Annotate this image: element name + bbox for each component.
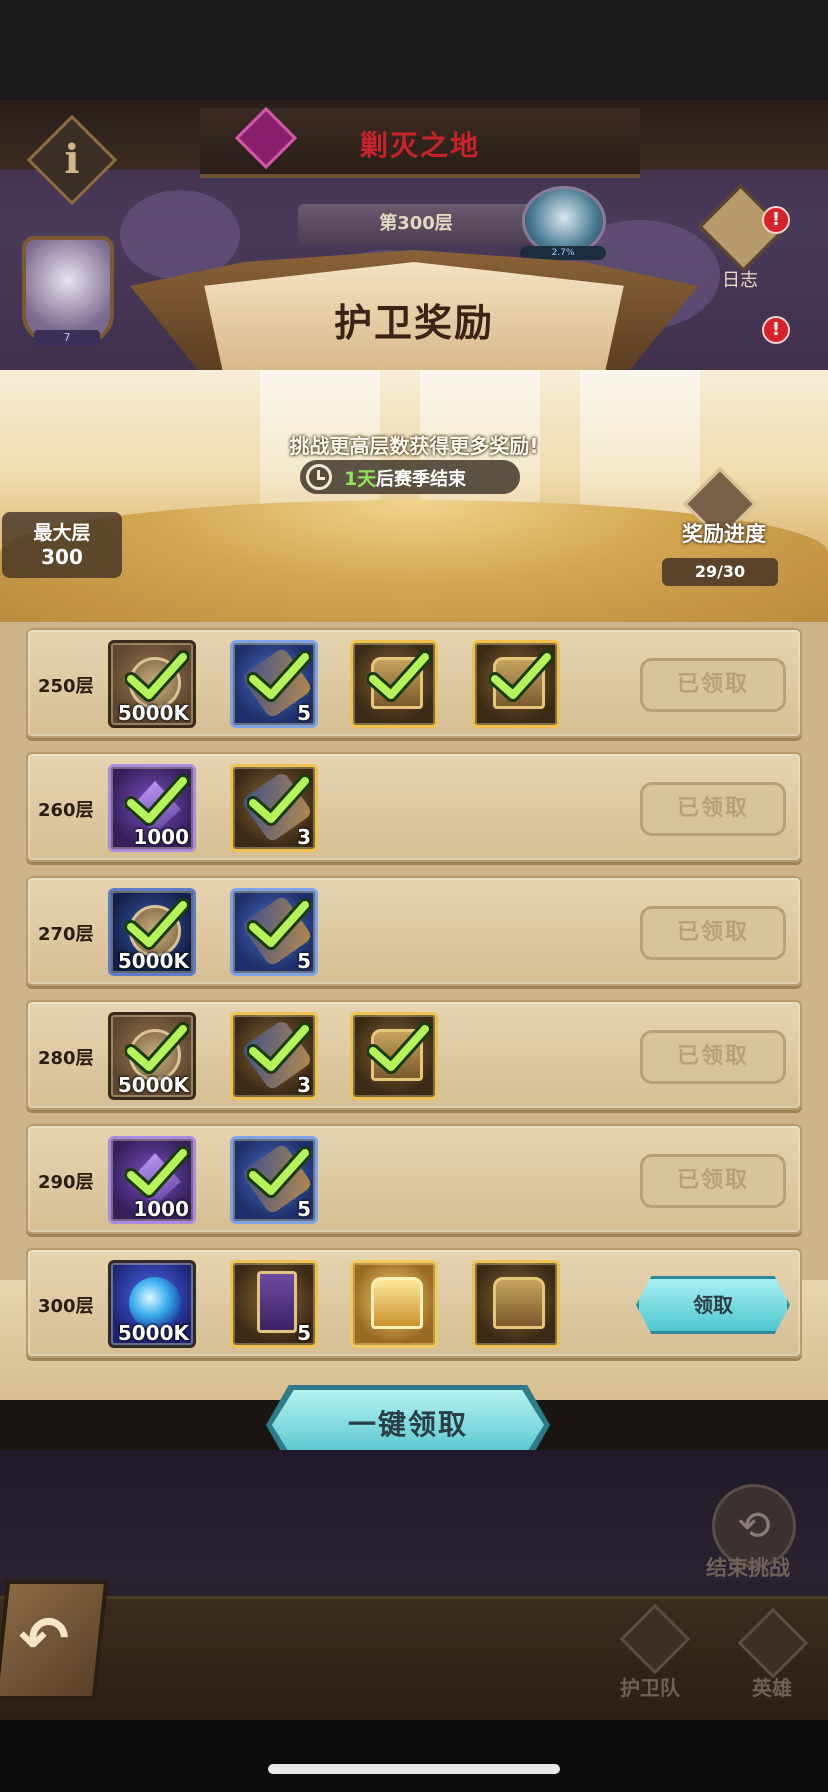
item-quantity: 3: [297, 825, 311, 849]
checkmark-icon: [247, 1146, 311, 1198]
floor-label: 250层: [38, 676, 94, 697]
reward-item[interactable]: 5: [230, 1260, 318, 1348]
checkmark-icon: [125, 774, 189, 826]
reward-item[interactable]: 5000K: [108, 1260, 196, 1348]
checkmark-icon: [125, 1022, 189, 1074]
floor-label: 280层: [38, 1048, 94, 1069]
reward-item[interactable]: [472, 1260, 560, 1348]
item-quantity: 5000K: [117, 701, 189, 725]
checkmark-icon: [367, 1022, 431, 1074]
challenge-hint: 挑战更高层数获得更多奖励!: [289, 434, 539, 458]
floor-label: 290层: [38, 1172, 94, 1193]
max-floor-label: 最大层: [33, 522, 91, 544]
item-quantity: 5000K: [117, 1321, 189, 1345]
end-challenge-label[interactable]: 结束挑战: [706, 1552, 790, 1582]
reward-item[interactable]: 1000: [108, 764, 196, 852]
item-quantity: 5000K: [117, 949, 189, 973]
checkmark-icon: [125, 1146, 189, 1198]
floor-label: 300层: [38, 1296, 94, 1317]
checkmark-icon: [247, 774, 311, 826]
item-quantity: 5000K: [117, 1073, 189, 1097]
reward-item[interactable]: [350, 640, 438, 728]
avatar[interactable]: [22, 236, 114, 344]
season-days: 1天: [344, 468, 377, 490]
nav-hero[interactable]: 英雄: [752, 1672, 792, 1701]
claimed-button: 已领取: [640, 1154, 786, 1208]
checkmark-icon: [489, 650, 553, 702]
current-floor: 第300层: [298, 204, 534, 244]
checkmark-icon: [247, 898, 311, 950]
floor-label: 260层: [38, 800, 94, 821]
reward-item[interactable]: 5: [230, 1136, 318, 1224]
checkmark-icon: [125, 650, 189, 702]
treasure-chest-icon: [493, 1277, 545, 1329]
notification-badge: !: [762, 206, 790, 234]
claimed-button: 已领取: [640, 906, 786, 960]
reward-item[interactable]: 1000: [108, 1136, 196, 1224]
reward-progress-value: 29/30: [662, 558, 778, 586]
item-quantity: 5: [297, 949, 311, 973]
reward-row: 270层 5000K 5 已领取: [26, 876, 802, 986]
item-quantity: 5: [297, 1321, 311, 1345]
nav-guard-team[interactable]: 护卫队: [620, 1672, 680, 1701]
reward-item[interactable]: 3: [230, 764, 318, 852]
reward-row: 280层 5000K 3 已领取: [26, 1000, 802, 1110]
item-quantity: 5: [297, 1197, 311, 1221]
reward-row: 260层 1000 3 已领取: [26, 752, 802, 862]
item-quantity: 1000: [133, 825, 189, 849]
reward-item[interactable]: 3: [230, 1012, 318, 1100]
reward-item[interactable]: [350, 1260, 438, 1348]
reward-row: 300层 5000K 5 领取: [26, 1248, 802, 1358]
reward-row: 290层 1000 5 已领取: [26, 1124, 802, 1234]
max-floor: 最大层 300: [2, 512, 122, 578]
item-quantity: 1000: [133, 1197, 189, 1221]
realm-title: 剿灭之地: [360, 129, 481, 162]
log-label: 日志: [722, 270, 758, 291]
reward-row: 250层 5000K 5 已领取: [26, 628, 802, 738]
clock-icon: [306, 464, 332, 490]
checkmark-icon: [125, 898, 189, 950]
reward-item[interactable]: 5000K: [108, 640, 196, 728]
panel-title: 护卫奖励: [333, 301, 494, 345]
reward-item[interactable]: [350, 1012, 438, 1100]
avatar-level: 7: [34, 330, 100, 346]
checkmark-icon: [247, 1022, 311, 1074]
checkmark-icon: [247, 650, 311, 702]
reward-progress-label: 奖励进度: [682, 522, 766, 546]
reward-item[interactable]: [472, 640, 560, 728]
claimed-button: 已领取: [640, 1030, 786, 1084]
status-bar-area: [0, 0, 828, 100]
claimed-button: 已领取: [640, 658, 786, 712]
reward-item[interactable]: 5: [230, 888, 318, 976]
item-quantity: 5: [297, 701, 311, 725]
gold-chest-icon: [371, 1277, 423, 1329]
item-quantity: 3: [297, 1073, 311, 1097]
reward-item[interactable]: 5000K: [108, 888, 196, 976]
checkmark-icon: [367, 650, 431, 702]
season-suffix: 后赛季结束: [376, 469, 466, 490]
boss-hp-bar: 2.7%: [520, 246, 606, 260]
reward-item[interactable]: 5: [230, 640, 318, 728]
bottom-nav-bar: [0, 1596, 828, 1720]
notification-badge: !: [762, 316, 790, 344]
bg-rock: [120, 190, 240, 280]
claim-button[interactable]: 领取: [636, 1276, 790, 1334]
claimed-button: 已领取: [640, 782, 786, 836]
reward-item[interactable]: 5000K: [108, 1012, 196, 1100]
info-icon: i: [64, 136, 80, 183]
home-indicator: [268, 1764, 560, 1774]
back-arrow-icon[interactable]: ↶: [4, 1604, 84, 1674]
max-floor-value: 300: [41, 545, 83, 569]
card-icon: [257, 1271, 297, 1333]
floor-label: 270层: [38, 924, 94, 945]
bottom-safe-area: [0, 1720, 828, 1792]
